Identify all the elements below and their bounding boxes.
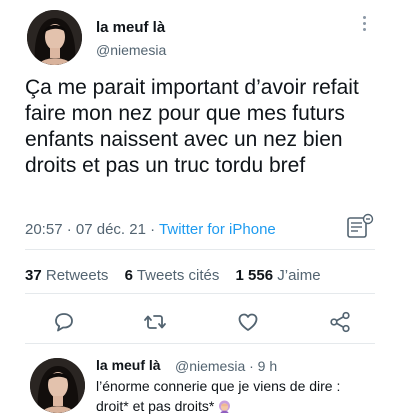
reply-author-handle[interactable]: @niemesia · 9 h	[175, 358, 277, 374]
divider	[25, 293, 375, 294]
likes-count[interactable]: 1 556	[236, 267, 274, 284]
notes-icon[interactable]	[346, 213, 376, 239]
tweet-source-link[interactable]: Twitter for iPhone	[159, 221, 276, 238]
quotes-label[interactable]: Tweets cités	[137, 267, 220, 284]
tweet-meta: 20:57 · 07 déc. 21 · Twitter for iPhone	[25, 221, 276, 238]
tweet-date[interactable]: 07 déc. 21	[76, 221, 146, 238]
divider	[25, 249, 375, 250]
author-name[interactable]: la meuf là	[96, 19, 165, 36]
like-icon[interactable]	[236, 310, 260, 334]
quotes-count[interactable]: 6	[125, 267, 133, 284]
meta-separator: ·	[150, 221, 156, 238]
meta-separator: ·	[66, 221, 72, 238]
retweets-count[interactable]: 37	[25, 267, 42, 284]
avatar[interactable]	[30, 358, 85, 413]
more-options-icon[interactable]	[358, 14, 370, 34]
reply-text: l’énorme connerie que je viens de dire :…	[96, 376, 386, 416]
reply-author-name[interactable]: la meuf là	[96, 357, 161, 373]
divider	[25, 343, 375, 344]
tweet-stats: 37 Retweets 6 Tweets cités 1 556 J’aime	[25, 267, 321, 284]
facepalm-emoji-icon	[217, 399, 232, 414]
likes-label[interactable]: J’aime	[277, 267, 320, 284]
reply-text-line: droit* et pas droits*	[96, 396, 386, 416]
reply-icon[interactable]	[52, 310, 76, 334]
retweets-label[interactable]: Retweets	[46, 267, 109, 284]
retweet-icon[interactable]	[143, 310, 167, 334]
reply-text-line-2: droit* et pas droits*	[96, 398, 215, 414]
author-handle[interactable]: @niemesia	[96, 42, 166, 58]
avatar[interactable]	[27, 10, 82, 65]
tweet-text: Ça me parait important d’avoir refait fa…	[25, 76, 359, 177]
reply-text-line: l’énorme connerie que je viens de dire :	[96, 378, 341, 394]
tweet-time[interactable]: 20:57	[25, 221, 63, 238]
share-icon[interactable]	[328, 310, 352, 334]
